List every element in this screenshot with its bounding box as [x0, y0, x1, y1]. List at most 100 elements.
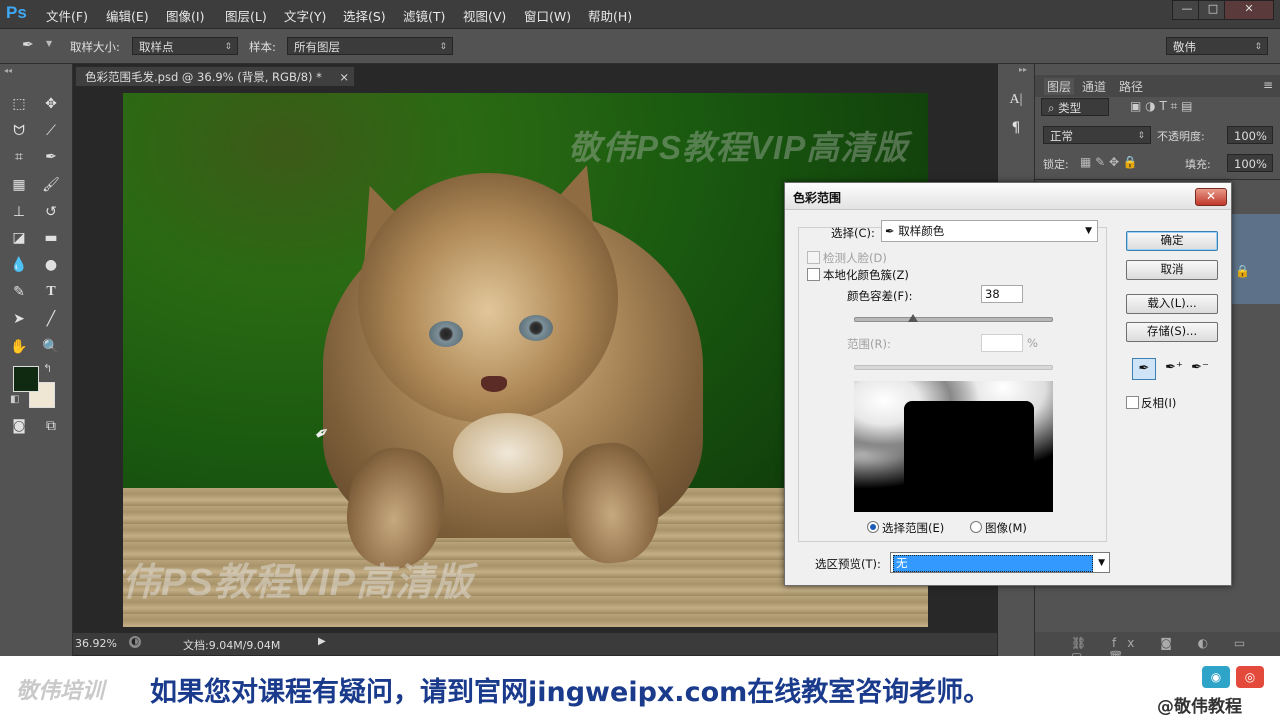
opacity-label: 不透明度: — [1157, 130, 1205, 143]
eraser-tool-icon[interactable]: ◪ — [7, 226, 31, 250]
filter-icons[interactable]: ▣ ◑ T ⌗ ▤ — [1130, 99, 1193, 114]
swap-colors-icon[interactable]: ↰ — [43, 362, 52, 375]
expand-icon[interactable]: ▸▸ — [1019, 65, 1027, 74]
radio-dot — [870, 524, 876, 530]
history-brush-icon[interactable]: ↺ — [39, 200, 63, 224]
gradient-tool-icon[interactable]: ▬ — [39, 226, 63, 250]
kitten-chest — [453, 413, 563, 493]
sample-select[interactable]: 所有图层 ⇕ — [287, 37, 453, 55]
fuzziness-slider-thumb[interactable] — [908, 314, 919, 322]
blend-mode-select[interactable]: 正常 ⇕ — [1043, 126, 1151, 144]
healing-tool-icon[interactable]: ▦ — [7, 173, 31, 197]
selection-preview-label: 选区预览(T): — [815, 557, 881, 571]
selection-preview-value: 无 — [893, 555, 1093, 572]
lock-icons[interactable]: ▦ ✎ ✥ 🔒 — [1080, 155, 1138, 169]
banner-message: 如果您对课程有疑问，请到官网jingweipx.com在线教室咨询老师。 — [150, 677, 991, 708]
paragraph-panel-icon[interactable]: ¶ — [1004, 116, 1028, 140]
tab-channels[interactable]: 通道 — [1082, 78, 1106, 95]
status-menu-arrow-icon[interactable]: ▶ — [318, 636, 326, 647]
search-icon: ⌕ — [1048, 101, 1059, 115]
menu-file[interactable]: 文件(F) — [46, 6, 88, 25]
menu-type[interactable]: 文字(Y) — [284, 6, 326, 25]
lasso-tool-icon[interactable]: ᗢ — [7, 119, 31, 143]
radio-image[interactable] — [970, 521, 982, 533]
fuzziness-slider-track[interactable] — [854, 317, 1053, 322]
menu-image[interactable]: 图像(I) — [166, 6, 204, 25]
menu-window[interactable]: 窗口(W) — [524, 6, 571, 25]
close-tab-icon[interactable]: × — [339, 67, 349, 87]
ok-button[interactable]: 确定 — [1126, 231, 1218, 251]
screen-mode-icon[interactable]: ⧉ — [39, 414, 63, 438]
status-info-icon[interactable]: ◐ — [129, 636, 141, 648]
radio-selection[interactable] — [867, 521, 879, 533]
chevron-down-icon: ▼ — [1098, 558, 1105, 568]
tab-paths[interactable]: 路径 — [1119, 78, 1143, 95]
stamp-tool-icon[interactable]: ⊥ — [7, 200, 31, 224]
range-unit: % — [1027, 336, 1038, 350]
save-button[interactable]: 存储(S)... — [1126, 322, 1218, 342]
layers-footer: ⛓ fx ◙ ◐ ▭ ▢ 🗑 — [1035, 632, 1280, 664]
hand-tool-icon[interactable]: ✋ — [7, 335, 31, 359]
select-dropdown[interactable]: ✒ 取样颜色 ▼ — [881, 220, 1098, 242]
eyedropper-add-icon[interactable]: ✒⁺ — [1163, 358, 1185, 378]
invert-checkbox[interactable] — [1126, 396, 1139, 409]
type-tool-icon[interactable]: T — [39, 280, 63, 304]
eyedropper-icon[interactable]: ✒ — [22, 37, 34, 53]
dialog-close-button[interactable]: ✕ — [1195, 188, 1227, 206]
range-slider-track[interactable] — [854, 365, 1053, 370]
brush-tool-icon[interactable]: 🖌 — [39, 173, 63, 197]
fill-input[interactable]: 100% — [1227, 154, 1273, 172]
sample-size-select[interactable]: 取样点 ⇕ — [132, 37, 238, 55]
tab-layers[interactable]: 图层 — [1044, 78, 1075, 95]
document-tab[interactable]: 色彩范围毛发.psd @ 36.9% (背景, RGB/8) * × — [75, 66, 355, 86]
menu-filter[interactable]: 滤镜(T) — [403, 6, 445, 25]
zoom-tool-icon[interactable]: 🔍 — [39, 335, 63, 359]
banner-logo: 敬伟培训 — [16, 678, 105, 703]
menu-help[interactable]: 帮助(H) — [588, 6, 632, 25]
cancel-button[interactable]: 取消 — [1126, 260, 1218, 280]
menu-layer[interactable]: 图层(L) — [225, 6, 267, 25]
collapse-icon[interactable]: ◂◂ — [4, 66, 12, 75]
dodge-tool-icon[interactable]: ● — [39, 253, 63, 277]
move-tool-icon[interactable]: ✥ — [39, 92, 63, 116]
range-input[interactable] — [981, 334, 1023, 352]
localized-clusters-label: 本地化颜色簇(Z) — [823, 268, 909, 282]
selection-preview-select[interactable]: 无 ▼ — [890, 552, 1110, 573]
layer-filter-select[interactable]: ⌕ 类型 — [1041, 98, 1109, 116]
fuzziness-input[interactable]: 38 — [981, 285, 1023, 303]
panel-menu-icon[interactable]: ≡ — [1263, 78, 1273, 92]
load-button[interactable]: 载入(L)... — [1126, 294, 1218, 314]
sina-weibo-icon[interactable]: ◎ — [1236, 666, 1264, 688]
detect-faces-checkbox[interactable] — [807, 251, 820, 264]
eyedropper-subtract-icon[interactable]: ✒⁻ — [1189, 358, 1211, 378]
dialog-titlebar[interactable]: 色彩范围 — [785, 183, 1231, 210]
line-tool-icon[interactable]: ╱ — [39, 307, 63, 331]
workspace-select[interactable]: 敬伟 ⇕ — [1166, 37, 1268, 55]
localized-clusters-checkbox[interactable] — [807, 268, 820, 281]
selection-preview-image[interactable] — [854, 381, 1053, 512]
marquee-tool-icon[interactable]: ⬚ — [7, 92, 31, 116]
blur-tool-icon[interactable]: 💧 — [7, 253, 31, 277]
eyedropper-tool-icon[interactable]: ✒ — [39, 145, 63, 169]
tencent-weibo-icon[interactable]: ◉ — [1202, 666, 1230, 688]
quick-select-tool-icon[interactable]: ⟋ — [39, 119, 63, 143]
document-tab-title: 色彩范围毛发.psd @ 36.9% (背景, RGB/8) * — [85, 70, 322, 84]
opacity-input[interactable]: 100% — [1227, 126, 1273, 144]
menu-edit[interactable]: 编辑(E) — [106, 6, 149, 25]
quick-mask-icon[interactable]: ◙ — [7, 414, 31, 438]
crop-tool-icon[interactable]: ⌗ — [7, 145, 31, 169]
eyedropper-sample-icon[interactable]: ✒ — [1132, 358, 1156, 380]
zoom-level[interactable]: 36.92% — [75, 637, 117, 650]
kitten-nose — [481, 376, 507, 392]
character-panel-icon[interactable]: A| — [1004, 88, 1028, 112]
close-window-button[interactable]: ✕ — [1224, 0, 1274, 20]
default-colors-icon[interactable]: ◧ — [10, 394, 19, 405]
chevron-down-icon[interactable]: ▼ — [46, 39, 52, 48]
pen-tool-icon[interactable]: ✎ — [7, 280, 31, 304]
path-select-tool-icon[interactable]: ➤ — [7, 307, 31, 331]
menu-view[interactable]: 视图(V) — [463, 6, 506, 25]
menu-select[interactable]: 选择(S) — [343, 6, 386, 25]
kitten-eye-left — [429, 321, 463, 347]
options-bar: ✒ ▼ 取样大小: 取样点 ⇕ 样本: 所有图层 ⇕ 敬伟 ⇕ — [0, 29, 1280, 64]
foreground-color-swatch-top[interactable] — [13, 366, 39, 392]
